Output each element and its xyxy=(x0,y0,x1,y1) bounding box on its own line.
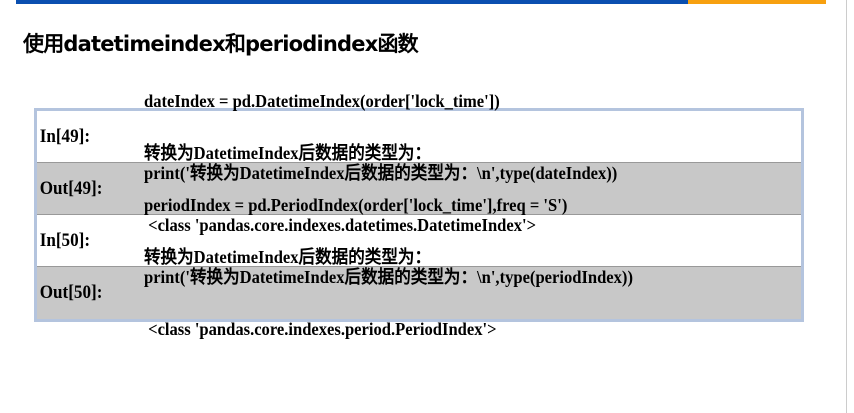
cell-output: 转换为DatetimeIndex后数据的类型为： <class 'pandas.… xyxy=(144,197,497,389)
cell-label: Out[50]: xyxy=(39,282,103,303)
top-accent-bar-orange xyxy=(688,0,826,4)
output-cell-50: Out[50]: 转换为DatetimeIndex后数据的类型为： <class… xyxy=(37,247,801,339)
top-accent-bar xyxy=(16,0,688,4)
code-table: In[49]: dateIndex = pd.DatetimeIndex(ord… xyxy=(34,91,804,339)
cell-label: In[50]: xyxy=(39,229,91,251)
output-line: <class 'pandas.core.indexes.period.Perio… xyxy=(144,319,497,339)
cell-label: Out[49]: xyxy=(39,177,103,199)
cell-label: In[49]: xyxy=(39,125,91,147)
slide-edge xyxy=(846,0,847,413)
output-line: 转换为DatetimeIndex后数据的类型为： xyxy=(144,247,432,267)
